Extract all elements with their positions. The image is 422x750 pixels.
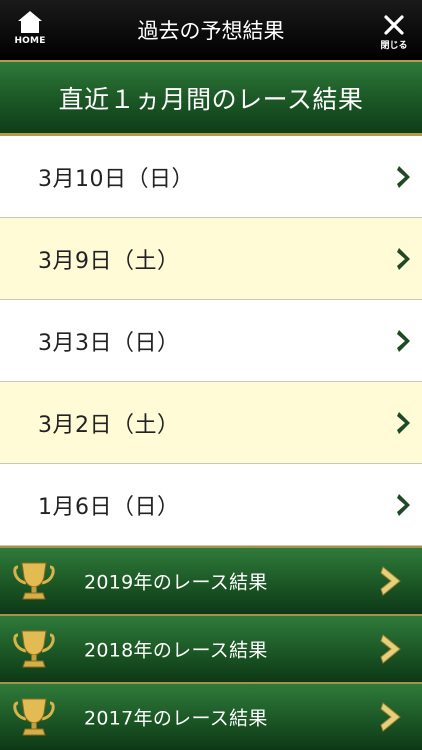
year-label: 2018年のレース結果 [84, 639, 268, 662]
year-row-2017[interactable]: 2017年のレース結果 [0, 682, 422, 750]
yearly-results-list: 2019年のレース結果 2018年のレース結果 2017年のレース結果 [0, 546, 422, 750]
app-screen: HOME 過去の予想結果 閉じる 直近１ヵ月間のレース結果 3月10日（日） 3… [0, 0, 422, 750]
chevron-right-icon [380, 566, 401, 596]
year-label: 2017年のレース結果 [84, 707, 268, 730]
date-label: 3月3日（日） [38, 330, 180, 356]
chevron-right-icon [380, 634, 401, 664]
chevron-right-icon [397, 493, 410, 516]
chevron-right-icon [380, 702, 401, 732]
trophy-icon [13, 698, 55, 736]
top-navigation-bar: HOME 過去の予想結果 閉じる [0, 0, 422, 60]
date-row-4[interactable]: 3月2日（土） [0, 382, 422, 464]
page-title: 過去の予想結果 [137, 19, 285, 43]
year-row-2018[interactable]: 2018年のレース結果 [0, 614, 422, 682]
year-label: 2019年のレース結果 [84, 571, 268, 594]
close-icon [384, 15, 404, 35]
home-label: HOME [14, 36, 46, 46]
home-icon [18, 11, 42, 33]
date-row-1[interactable]: 3月10日（日） [0, 136, 422, 218]
date-row-2[interactable]: 3月9日（土） [0, 218, 422, 300]
chevron-right-icon [397, 329, 410, 352]
section-title: 直近１ヵ月間のレース結果 [58, 84, 364, 114]
date-row-5[interactable]: 1月6日（日） [0, 464, 422, 546]
date-label: 1月6日（日） [38, 494, 180, 520]
chevron-right-icon [397, 165, 410, 188]
recent-results-header: 直近１ヵ月間のレース結果 [0, 60, 422, 136]
recent-date-list: 3月10日（日） 3月9日（土） 3月3日（日） 3月2日（土） 1月6日（日） [0, 136, 422, 546]
trophy-icon [13, 562, 55, 600]
year-row-2019[interactable]: 2019年のレース結果 [0, 546, 422, 614]
trophy-icon [13, 630, 55, 668]
date-row-3[interactable]: 3月3日（日） [0, 300, 422, 382]
chevron-right-icon [397, 247, 410, 270]
date-label: 3月2日（土） [38, 412, 180, 438]
chevron-right-icon [397, 411, 410, 434]
date-label: 3月10日（日） [38, 166, 194, 192]
close-button[interactable]: 閉じる [374, 14, 414, 54]
close-label: 閉じる [380, 41, 408, 51]
date-label: 3月9日（土） [38, 248, 180, 274]
home-button[interactable]: HOME [8, 10, 52, 54]
